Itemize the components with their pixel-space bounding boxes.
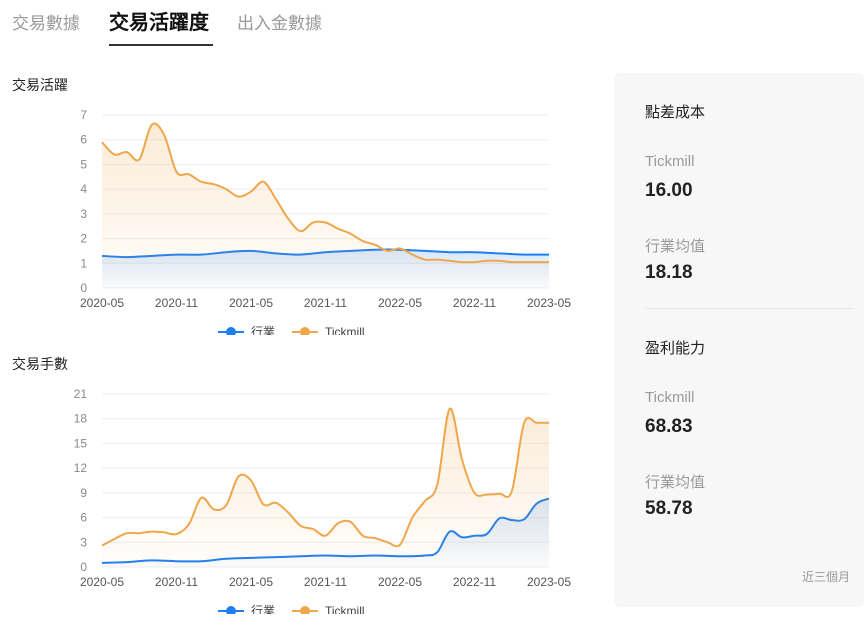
activity-chart-title: 交易活躍 <box>12 77 68 93</box>
y-tick-label: 4 <box>80 182 87 196</box>
spread-cost-industry-value: 18.18 <box>645 262 693 283</box>
spread-cost-industry-label: 行業均值 <box>645 238 706 255</box>
legend-label: Tickmill <box>325 325 365 335</box>
legend-marker <box>226 606 236 616</box>
y-tick-label: 6 <box>80 133 87 147</box>
series-area-tickmill <box>102 408 549 567</box>
y-tick-label: 21 <box>74 387 88 401</box>
y-tick-label: 9 <box>80 486 87 500</box>
legend-item-tickmill[interactable]: Tickmill <box>292 604 365 618</box>
legend-item-industry[interactable]: 行業 <box>218 604 275 618</box>
x-tick-label: 2020-05 <box>80 575 124 589</box>
x-tick-label: 2023-05 <box>527 575 571 589</box>
y-tick-label: 5 <box>80 157 87 171</box>
y-tick-label: 1 <box>80 256 87 270</box>
y-tick-label: 2 <box>80 232 87 246</box>
x-tick-label: 2021-05 <box>229 575 273 589</box>
legend-label: 行業 <box>251 325 275 335</box>
x-tick-label: 2021-11 <box>304 296 347 310</box>
y-tick-label: 15 <box>74 436 88 450</box>
lots-chart: 0 3 6 9 12 15 18 21 2020-05 2020-11 2021-05 2021-11… <box>0 374 600 619</box>
legend-item-tickmill[interactable]: Tickmill <box>292 325 365 339</box>
x-tick-label: 2022-05 <box>378 296 422 310</box>
panel-divider <box>645 308 853 309</box>
y-tick-label: 6 <box>80 511 87 525</box>
x-tick-label: 2020-05 <box>80 296 124 310</box>
legend-item-industry[interactable]: 行業 <box>218 325 275 339</box>
activity-chart: 0 1 2 3 4 5 6 7 2020-05 2020-11 2021-05 2021-11 2022… <box>0 95 600 340</box>
x-tick-label: 2021-11 <box>304 575 347 589</box>
profitability-tickmill-label: Tickmill <box>645 389 695 406</box>
profitability-industry-value: 58.78 <box>645 498 693 519</box>
x-tick-label: 2023-05 <box>527 296 571 310</box>
x-tick-label: 2020-11 <box>155 296 198 310</box>
lots-chart-title: 交易手數 <box>12 356 68 372</box>
x-tick-label: 2022-05 <box>378 575 422 589</box>
legend-marker <box>300 606 310 616</box>
y-tick-label: 18 <box>74 412 88 426</box>
legend-marker <box>300 327 310 337</box>
spread-cost-tickmill-label: Tickmill <box>645 153 695 170</box>
legend-marker <box>226 327 236 337</box>
y-tick-label: 3 <box>80 535 87 549</box>
y-tick-label: 12 <box>74 461 88 475</box>
tab-bar: 交易數據 交易活躍度 出入金數據 <box>0 0 600 50</box>
period-footnote: 近三個月 <box>801 570 850 584</box>
legend-label: 行業 <box>251 604 275 614</box>
y-tick-label: 0 <box>80 560 87 574</box>
legend-label: Tickmill <box>325 604 365 614</box>
x-tick-label: 2022-11 <box>453 296 496 310</box>
y-tick-label: 0 <box>80 281 87 295</box>
metrics-panel: 點差成本 Tickmill 16.00 行業均值 18.18 盈利能力 Tick… <box>614 73 864 607</box>
profitability-title: 盈利能力 <box>645 340 706 357</box>
profitability-tickmill-value: 68.83 <box>645 416 693 437</box>
x-tick-label: 2020-11 <box>155 575 198 589</box>
spread-cost-tickmill-value: 16.00 <box>645 180 693 201</box>
profitability-industry-label: 行業均值 <box>645 474 706 491</box>
tab-deposit-withdrawal[interactable]: 出入金數據 <box>237 9 322 34</box>
spread-cost-title: 點差成本 <box>645 104 706 121</box>
y-tick-label: 3 <box>80 207 87 221</box>
y-tick-label: 7 <box>80 108 87 122</box>
tab-trading-activity[interactable]: 交易活躍度 <box>109 6 209 35</box>
active-tab-indicator <box>109 44 213 46</box>
x-tick-label: 2022-11 <box>453 575 496 589</box>
x-tick-label: 2021-05 <box>229 296 273 310</box>
tab-trading-data[interactable]: 交易數據 <box>12 9 80 34</box>
